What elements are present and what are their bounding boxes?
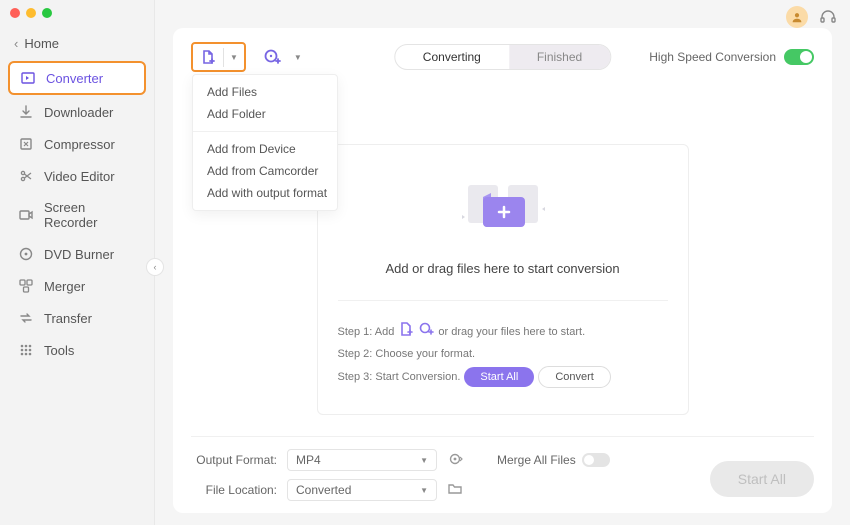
sidebar-item-label: Video Editor [44,169,115,184]
sidebar-item-tools[interactable]: Tools [8,335,146,365]
compress-icon [18,136,34,152]
add-button-group: ▼ Add Files Add Folder Add from Device A… [191,42,308,72]
step-2: Step 2: Choose your format. [338,348,668,360]
headset-icon[interactable] [818,7,838,27]
transfer-icon [18,310,34,326]
sidebar-item-label: Converter [46,71,103,86]
sidebar-item-screen-recorder[interactable]: Screen Recorder [8,193,146,237]
home-label: Home [24,36,59,51]
dropzone-title: Add or drag files here to start conversi… [338,261,668,276]
sidebar-item-label: Compressor [44,137,115,152]
menu-item-add-from-camcorder[interactable]: Add from Camcorder [193,160,337,182]
output-format-label: Output Format: [191,453,277,467]
sidebar-item-label: Downloader [44,105,113,120]
dropzone[interactable]: Add or drag files here to start conversi… [317,144,689,415]
titlebar-right [786,6,838,28]
start-all-button[interactable]: Start All [710,461,814,497]
output-format-select[interactable]: MP4 ▼ [287,449,437,471]
sidebar-item-label: Transfer [44,311,92,326]
window-controls [10,8,52,18]
file-location-select[interactable]: Converted ▼ [287,479,437,501]
merge-label: Merge All Files [497,453,576,467]
add-file-icon[interactable] [193,44,223,70]
menu-item-add-from-device[interactable]: Add from Device [193,138,337,160]
download-icon [18,104,34,120]
merge-icon [18,278,34,294]
avatar[interactable] [786,6,808,28]
chevron-down-icon[interactable]: ▼ [223,48,244,67]
step-3: Step 3: Start Conversion. Start All Conv… [338,366,668,388]
disc-icon [18,246,34,262]
sidebar-item-compressor[interactable]: Compressor [8,129,146,159]
sidebar-item-video-editor[interactable]: Video Editor [8,161,146,191]
chevron-down-icon: ▼ [420,456,428,465]
file-plus-icon[interactable] [398,321,414,342]
disc-plus-icon[interactable] [256,43,288,71]
sidebar-item-downloader[interactable]: Downloader [8,97,146,127]
sidebar-item-label: Screen Recorder [44,200,136,230]
convert-pill[interactable]: Convert [538,366,611,388]
toolbar: ▼ Add Files Add Folder Add from Device A… [191,42,814,72]
merge-row: Merge All Files [497,453,610,467]
tab-finished[interactable]: Finished [509,45,610,69]
gear-icon[interactable] [447,451,463,470]
record-icon [18,207,34,223]
minimize-window[interactable] [26,8,36,18]
menu-item-add-files[interactable]: Add Files [193,81,337,103]
steps: Step 1: Add or drag your files here to s… [338,300,668,388]
high-speed-label: High Speed Conversion [649,50,776,64]
merge-toggle[interactable] [582,453,610,467]
nav-list: Converter Downloader Compressor Video Ed… [0,61,154,365]
sidebar-item-label: Merger [44,279,85,294]
chevron-left-icon: ‹ [14,36,18,51]
add-file-split-button[interactable]: ▼ Add Files Add Folder Add from Device A… [191,42,246,72]
footer: Output Format: MP4 ▼ Merge All Files Fil… [191,436,814,501]
sidebar-item-converter[interactable]: Converter [8,61,146,95]
sidebar-item-label: DVD Burner [44,247,114,262]
add-disc-split-button[interactable]: ▼ [256,43,308,71]
maximize-window[interactable] [42,8,52,18]
close-window[interactable] [10,8,20,18]
folder-illustration [448,175,558,245]
start-all-pill[interactable]: Start All [464,367,534,387]
file-location-label: File Location: [191,483,277,497]
sidebar: ‹ Home Converter Downloader Compressor [0,0,155,525]
menu-item-add-with-output-format[interactable]: Add with output format [193,182,337,204]
chevron-down-icon[interactable]: ▼ [288,48,308,67]
sidebar-item-label: Tools [44,343,74,358]
high-speed-toggle[interactable] [784,49,814,65]
scissors-icon [18,168,34,184]
high-speed-toggle-row: High Speed Conversion [649,49,814,65]
add-dropdown-menu: Add Files Add Folder Add from Device Add… [192,74,338,211]
tab-segment: Converting Finished [394,44,611,70]
home-link[interactable]: ‹ Home [0,30,154,61]
grid-icon [18,342,34,358]
main: ▼ Add Files Add Folder Add from Device A… [155,0,850,525]
converter-icon [20,70,36,86]
content-card: ▼ Add Files Add Folder Add from Device A… [173,28,832,513]
chevron-down-icon: ▼ [420,486,428,495]
tab-converting[interactable]: Converting [396,46,508,68]
menu-item-add-folder[interactable]: Add Folder [193,103,337,125]
disc-plus-icon[interactable] [418,321,434,342]
folder-icon[interactable] [447,481,463,500]
step-1: Step 1: Add or drag your files here to s… [338,321,668,342]
sidebar-item-merger[interactable]: Merger [8,271,146,301]
sidebar-item-transfer[interactable]: Transfer [8,303,146,333]
sidebar-item-dvd-burner[interactable]: DVD Burner [8,239,146,269]
